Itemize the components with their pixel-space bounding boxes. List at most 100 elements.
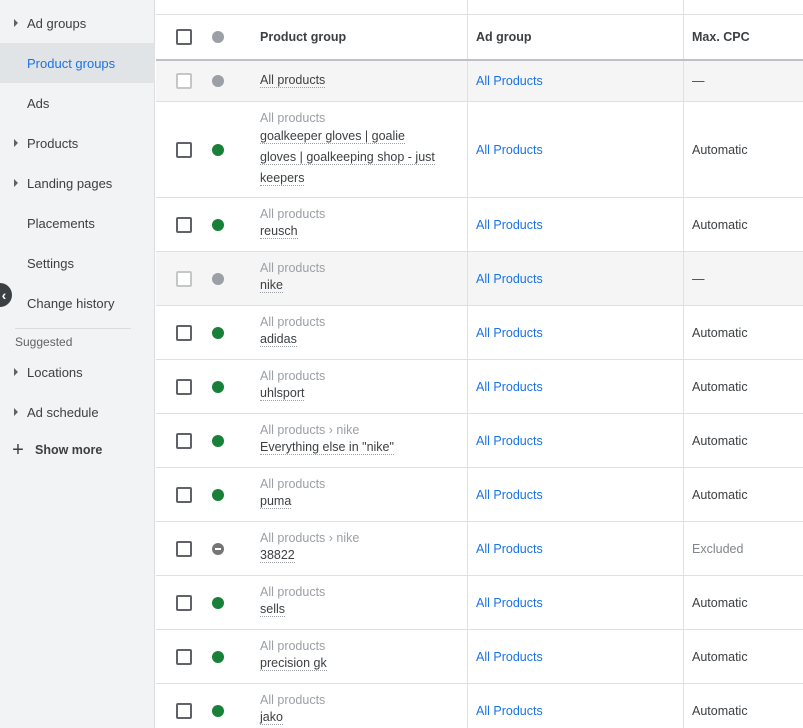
status-excluded-icon (212, 543, 224, 555)
ad-group-link[interactable]: All Products (476, 596, 543, 610)
max-cpc-value[interactable]: Automatic (692, 434, 748, 448)
max-cpc-value[interactable]: Automatic (692, 218, 748, 232)
max-cpc-value[interactable]: Automatic (692, 326, 748, 340)
sidebar-item-product-groups[interactable]: Product groups (0, 43, 155, 83)
table-header-row: Product group Ad group Max. CPC (156, 15, 803, 61)
ad-group-link[interactable]: All Products (476, 74, 543, 88)
sidebar-item-locations[interactable]: Locations (0, 352, 155, 392)
status-enabled-icon (212, 651, 224, 663)
status-enabled-icon (212, 144, 224, 156)
plus-icon: + (12, 439, 24, 461)
header-max-cpc[interactable]: Max. CPC (692, 30, 750, 44)
show-more-button[interactable]: + Show more (10, 440, 102, 460)
sidebar-item-ads[interactable]: Ads (0, 83, 155, 123)
sidebar-item-products[interactable]: Products (0, 123, 155, 163)
ad-group-link[interactable]: All Products (476, 542, 543, 556)
status-enabled-icon (212, 381, 224, 393)
product-group-path: All products (260, 111, 326, 125)
sidebar-section-suggested: Suggested (15, 335, 73, 349)
ad-group-link[interactable]: All Products (476, 704, 543, 718)
ad-group-link[interactable]: All Products (476, 218, 543, 232)
product-group-path: All products › nike (260, 423, 360, 437)
status-enabled-icon (212, 327, 224, 339)
sidebar-item-landing-pages[interactable]: Landing pages (0, 163, 155, 203)
table-row: All products goalkeeper gloves | goalie … (156, 102, 803, 198)
sidebar-item-ad-groups[interactable]: Ad groups (0, 3, 155, 43)
row-checkbox[interactable] (176, 433, 192, 449)
row-checkbox[interactable] (176, 271, 192, 287)
max-cpc-value[interactable]: Excluded (692, 542, 743, 556)
product-group-path: All products (260, 369, 326, 383)
ad-group-link[interactable]: All Products (476, 326, 543, 340)
ad-group-link[interactable]: All Products (476, 380, 543, 394)
status-enabled-icon (212, 597, 224, 609)
caret-right-icon (14, 179, 18, 187)
row-checkbox[interactable] (176, 703, 192, 719)
sidebar-divider (15, 328, 131, 329)
product-group-path: All products (260, 585, 326, 599)
table-row: All products jako All Products Automatic (156, 684, 803, 728)
ad-group-link[interactable]: All Products (476, 488, 543, 502)
sidebar-item-ad-schedule[interactable]: Ad schedule (0, 392, 155, 432)
product-group-name: Everything else in "nike" (260, 440, 394, 455)
table-row: All products reusch All Products Automat… (156, 198, 803, 252)
row-checkbox[interactable] (176, 649, 192, 665)
table-row: All products uhlsport All Products Autom… (156, 360, 803, 414)
max-cpc-value[interactable]: Automatic (692, 143, 748, 157)
row-checkbox[interactable] (176, 487, 192, 503)
caret-right-icon (14, 408, 18, 416)
status-paused-icon (212, 75, 224, 87)
row-checkbox[interactable] (176, 73, 192, 89)
row-checkbox[interactable] (176, 142, 192, 158)
ad-group-link[interactable]: All Products (476, 434, 543, 448)
product-group-path: All products (260, 693, 326, 707)
caret-right-icon (14, 368, 18, 376)
table-row: All products All Products — (156, 61, 803, 102)
product-group-name: 38822 (260, 548, 295, 563)
row-checkbox[interactable] (176, 379, 192, 395)
select-all-checkbox[interactable] (176, 29, 192, 45)
sidebar-item-settings[interactable]: Settings (0, 243, 155, 283)
product-group-name: All products (260, 73, 326, 88)
max-cpc-value[interactable]: Automatic (692, 488, 748, 502)
product-group-path: All products (260, 207, 326, 221)
product-group-name: adidas (260, 332, 297, 347)
row-checkbox[interactable] (176, 595, 192, 611)
status-header-icon (212, 31, 224, 43)
ad-group-link[interactable]: All Products (476, 272, 543, 286)
status-paused-icon (212, 273, 224, 285)
status-enabled-icon (212, 219, 224, 231)
table-row: All products sells All Products Automati… (156, 576, 803, 630)
product-group-path: All products (260, 315, 326, 329)
table-row: All products precision gk All Products A… (156, 630, 803, 684)
ad-group-link[interactable]: All Products (476, 650, 543, 664)
row-checkbox[interactable] (176, 325, 192, 341)
table-row: All products puma All Products Automatic (156, 468, 803, 522)
max-cpc-value[interactable]: — (692, 74, 705, 88)
table-row: All products nike All Products — (156, 252, 803, 306)
max-cpc-value[interactable]: Automatic (692, 650, 748, 664)
table-row: All products › nike Everything else in "… (156, 414, 803, 468)
status-enabled-icon (212, 489, 224, 501)
row-checkbox[interactable] (176, 541, 192, 557)
header-ad-group[interactable]: Ad group (476, 30, 532, 44)
product-group-name: sells (260, 602, 286, 617)
max-cpc-value[interactable]: Automatic (692, 596, 748, 610)
caret-right-icon (14, 19, 18, 27)
table-row: All products adidas All Products Automat… (156, 306, 803, 360)
chevron-left-icon: ‹ (1, 287, 7, 303)
max-cpc-value[interactable]: Automatic (692, 380, 748, 394)
row-checkbox[interactable] (176, 217, 192, 233)
sidebar-item-change-history[interactable]: Change history (0, 283, 155, 323)
caret-right-icon (14, 139, 18, 147)
product-group-path: All products › nike (260, 531, 360, 545)
product-group-name: reusch (260, 224, 298, 239)
ad-group-link[interactable]: All Products (476, 143, 543, 157)
max-cpc-value[interactable]: — (692, 272, 705, 286)
product-group-path: All products (260, 261, 326, 275)
header-product-group[interactable]: Product group (260, 30, 346, 44)
sidebar-item-placements[interactable]: Placements (0, 203, 155, 243)
max-cpc-value[interactable]: Automatic (692, 704, 748, 718)
product-groups-table: Product group Ad group Max. CPC All prod… (156, 0, 803, 728)
table-toolbar-strip (156, 0, 803, 15)
